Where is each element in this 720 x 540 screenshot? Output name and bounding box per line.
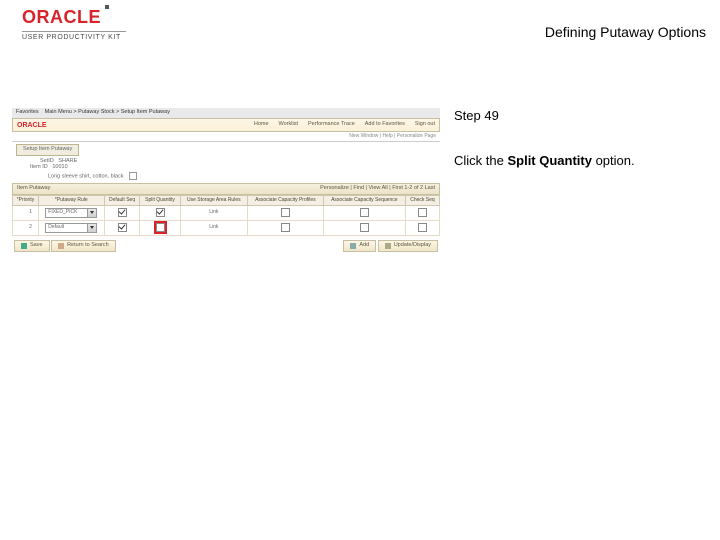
- thumb-col-default-seq: Default Seq: [104, 195, 140, 205]
- thumb-sub-bar: New Window | Help | Personalize Page: [12, 132, 440, 142]
- plus-icon: [350, 243, 356, 249]
- thumb-col-split-qty: Split Quantity: [140, 195, 180, 205]
- thumb-r2-zone-cell: Default: [38, 220, 104, 235]
- thumb-footer: Save Return to Search Add Update/Display: [12, 240, 440, 252]
- thumb-r2-default-seq-checkbox[interactable]: [118, 223, 127, 232]
- step-label: Step 49: [454, 108, 704, 123]
- thumb-r1-check-seq-checkbox[interactable]: [418, 208, 427, 217]
- thumb-r1-zone-cell: FIXED_PICK: [38, 205, 104, 220]
- thumb-link-home: Home: [254, 122, 269, 128]
- chevron-down-icon: [87, 209, 96, 217]
- thumb-col-storage: Use Storage Area Rules: [180, 195, 248, 205]
- brand-wordmark: ORACLE: [22, 8, 101, 26]
- thumb-breadcrumb-favorites: Favorites: [16, 110, 39, 116]
- thumb-breadcrumb-path: Main Menu > Putaway Stock > Setup Item P…: [45, 110, 170, 116]
- thumb-r2-split-qty-checkbox[interactable]: [156, 223, 165, 232]
- search-icon: [58, 243, 64, 249]
- chevron-down-icon: [87, 224, 96, 232]
- step-body-suffix: option.: [592, 153, 635, 168]
- thumb-r2-storage: Link: [180, 220, 248, 235]
- thumb-r2-zone-value: Default: [46, 225, 87, 230]
- thumb-update-button[interactable]: Update/Display: [378, 240, 438, 252]
- app-screenshot-thumbnail: Favorites Main Menu > Putaway Stock > Se…: [12, 108, 440, 236]
- thumb-brand: ORACLE: [17, 122, 47, 129]
- thumb-link-worklist: Worklist: [279, 122, 298, 128]
- thumb-desc-row: Long sleeve shirt, cotton, black: [48, 172, 440, 180]
- thumb-setid-label: SetID: [40, 158, 54, 164]
- instruction-panel: Step 49 Click the Split Quantity option.: [454, 108, 704, 168]
- thumb-save-label: Save: [30, 243, 43, 249]
- thumb-r2-assoc-seq-checkbox[interactable]: [360, 223, 369, 232]
- thumb-r1-assoc-seq-checkbox[interactable]: [360, 208, 369, 217]
- thumb-add-label: Add: [359, 243, 369, 249]
- thumb-col-assoc-seq: Associate Capacity Sequence: [323, 195, 405, 205]
- thumb-link-perf: Performance Trace: [308, 122, 355, 128]
- thumb-r2-zone-dropdown[interactable]: Default: [45, 223, 97, 233]
- thumb-grid: *Priority *Putaway Rule Default Seq Spli…: [12, 195, 440, 236]
- thumb-r1-priority: 1: [13, 205, 39, 220]
- thumb-save-button[interactable]: Save: [14, 240, 50, 252]
- thumb-setid-row: SetID SHARE: [40, 159, 440, 165]
- thumb-desc-lookup-icon: [129, 172, 137, 180]
- page-title: Defining Putaway Options: [545, 24, 706, 40]
- page-header: ORACLE USER PRODUCTIVITY KIT Defining Pu…: [0, 0, 720, 56]
- brand-logo: ORACLE USER PRODUCTIVITY KIT: [22, 8, 126, 41]
- thumb-r1-zone-dropdown[interactable]: FIXED_PICK: [45, 208, 97, 218]
- thumb-row-1: 1 FIXED_PICK Link: [13, 205, 440, 220]
- thumb-r1-zone-value: FIXED_PICK: [46, 210, 87, 215]
- brand-divider: [22, 31, 126, 32]
- thumb-itemid-value: 10010: [52, 164, 67, 170]
- thumb-link-signout: Sign out: [415, 122, 435, 128]
- thumb-r1-default-seq-checkbox[interactable]: [118, 208, 127, 217]
- refresh-icon: [385, 243, 391, 249]
- thumb-desc-value: Long sleeve shirt, cotton, black: [48, 173, 124, 179]
- thumb-top-bar: ORACLE Home Worklist Performance Trace A…: [12, 118, 440, 132]
- step-body-prefix: Click the: [454, 153, 507, 168]
- thumb-itemid-row: Item ID 10010: [30, 165, 440, 171]
- thumb-return-button[interactable]: Return to Search: [51, 240, 116, 252]
- thumb-setid-value: SHARE: [58, 158, 77, 164]
- thumb-col-priority: *Priority: [13, 195, 39, 205]
- thumb-add-button[interactable]: Add: [343, 240, 376, 252]
- thumb-col-assoc-cap: Associate Capacity Profiles: [248, 195, 324, 205]
- thumb-active-tab: Setup Item Putaway: [16, 144, 79, 156]
- thumb-breadcrumb-strip: Favorites Main Menu > Putaway Stock > Se…: [12, 108, 440, 118]
- step-instruction: Click the Split Quantity option.: [454, 153, 704, 168]
- save-icon: [21, 243, 27, 249]
- thumb-r2-priority: 2: [13, 220, 39, 235]
- thumb-r1-split-qty-checkbox[interactable]: [156, 208, 165, 217]
- thumb-r2-check-seq-checkbox[interactable]: [418, 223, 427, 232]
- thumb-col-zone: *Putaway Rule: [38, 195, 104, 205]
- thumb-link-fav: Add to Favorites: [365, 122, 405, 128]
- thumb-section-label: Item Putaway: [17, 186, 50, 192]
- thumb-row-2: 2 Default Link: [13, 220, 440, 235]
- thumb-r2-assoc-cap-checkbox[interactable]: [281, 223, 290, 232]
- thumb-r1-storage: Link: [180, 205, 248, 220]
- thumb-section-nav: Personalize | Find | View All | First 1-…: [320, 186, 435, 192]
- thumb-col-check-seq: Check Seq: [405, 195, 439, 205]
- step-body-bold: Split Quantity: [507, 153, 592, 168]
- thumb-r1-assoc-cap-checkbox[interactable]: [281, 208, 290, 217]
- thumb-update-label: Update/Display: [394, 243, 431, 249]
- thumb-itemid-label: Item ID: [30, 164, 48, 170]
- brand-subtitle: USER PRODUCTIVITY KIT: [22, 34, 126, 41]
- thumb-return-label: Return to Search: [67, 243, 109, 249]
- thumb-section-bar: Item Putaway Personalize | Find | View A…: [12, 183, 440, 195]
